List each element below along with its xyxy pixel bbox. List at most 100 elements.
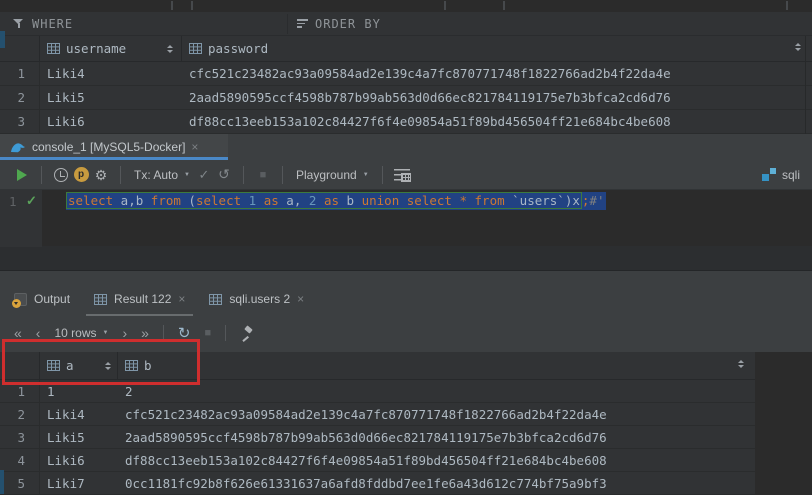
sql-token[interactable]: select <box>407 193 452 208</box>
schema-switcher-dropdown[interactable]: Playground ▼ <box>296 168 369 182</box>
sql-token[interactable]: `users`)x <box>505 193 580 208</box>
table-row[interactable]: 2Liki52aad5890595ccf4598b787b99ab563d0d6… <box>0 86 812 110</box>
sql-token[interactable]: from <box>475 193 505 208</box>
sql-token[interactable]: a, <box>279 193 309 208</box>
filter-separator <box>287 14 288 34</box>
sql-editor[interactable]: 1 ✓ select a,b from (select 1 as a, 2 as… <box>0 190 812 246</box>
page-size-dropdown[interactable]: 10 rows ▼ <box>54 326 108 340</box>
stop-icon: ■ <box>260 169 267 181</box>
row-number-cell[interactable]: 1 <box>0 62 40 85</box>
last-page-button[interactable]: » <box>141 326 149 340</box>
sql-token[interactable] <box>256 193 264 208</box>
toolbar-separator <box>120 166 121 184</box>
row-number-cell[interactable]: 4 <box>0 449 40 471</box>
output-icon <box>14 293 27 306</box>
cell-a[interactable]: 1 <box>40 384 118 399</box>
table-row[interactable]: 3Liki52aad5890595ccf4598b787b99ab563d0d6… <box>0 426 755 449</box>
next-page-button[interactable]: › <box>122 326 127 340</box>
cell-b[interactable]: 2 <box>118 384 755 399</box>
column-label: password <box>208 41 268 56</box>
tab-label: Result 122 <box>114 292 171 306</box>
close-icon[interactable]: × <box>178 293 185 305</box>
tx-mode-dropdown[interactable]: Tx: Auto ▼ <box>134 168 190 182</box>
username-cell[interactable]: Liki4 <box>40 66 182 81</box>
sql-token[interactable]: from <box>151 193 181 208</box>
cell-b[interactable]: 0cc1181fc92b8f626e61331637a6afd8fddbd7ee… <box>118 476 755 491</box>
sql-token[interactable]: as <box>264 193 279 208</box>
parameters-button[interactable]: p <box>71 164 91 186</box>
sql-token[interactable]: b <box>339 193 362 208</box>
scrollbar[interactable] <box>805 36 806 134</box>
tab-result-122[interactable]: Result 122 × <box>94 292 185 306</box>
settings-button[interactable]: ⚙ <box>91 164 111 186</box>
sql-token[interactable] <box>241 193 249 208</box>
tab-sqli-users-2[interactable]: sqli.users 2 × <box>209 292 304 306</box>
column-tick <box>503 1 505 10</box>
cell-b[interactable]: cfc521c23482ac93a09584ad2e139c4a7fc87077… <box>118 407 755 422</box>
row-number-cell[interactable]: 2 <box>0 403 40 425</box>
execute-in-console-button[interactable] <box>392 164 412 186</box>
pin-tab-button[interactable] <box>240 326 254 340</box>
order-by-icon <box>297 19 308 28</box>
row-number-cell[interactable]: 2 <box>0 86 40 109</box>
sql-token[interactable]: a,b <box>113 193 151 208</box>
password-cell[interactable]: cfc521c23482ac93a09584ad2e139c4a7fc87077… <box>182 66 812 81</box>
sql-token[interactable]: as <box>324 193 339 208</box>
table-row[interactable]: 2Liki4cfc521c23482ac93a09584ad2e139c4a7f… <box>0 403 755 426</box>
cell-a[interactable]: Liki7 <box>40 476 118 491</box>
row-number-cell[interactable]: 3 <box>0 426 40 448</box>
sql-token[interactable]: select <box>196 193 241 208</box>
cell-b[interactable]: df88cc13eeb153a102c84427f6f4e09854a51f89… <box>118 453 755 468</box>
tab-output[interactable]: Output <box>14 292 70 306</box>
sql-token[interactable]: #' <box>589 193 604 208</box>
run-button[interactable] <box>12 164 32 186</box>
table-row[interactable]: 4Liki6df88cc13eeb153a102c84427f6f4e09854… <box>0 449 755 472</box>
stop-query-button[interactable]: ■ <box>205 327 212 339</box>
column-header-b[interactable]: b <box>118 352 755 379</box>
sort-arrows-icon[interactable] <box>167 45 173 53</box>
row-number-cell[interactable]: 5 <box>0 472 40 494</box>
sql-token[interactable] <box>467 193 475 208</box>
cell-a[interactable]: Liki4 <box>40 407 118 422</box>
check-icon: ✓ <box>199 167 210 183</box>
column-icon <box>189 43 202 54</box>
sql-token[interactable] <box>399 193 407 208</box>
grid-sort-icon[interactable] <box>795 43 801 51</box>
column-header-password[interactable]: password <box>182 36 812 61</box>
commit-button[interactable]: ✓ <box>194 164 214 186</box>
previous-page-button[interactable]: ‹ <box>36 326 41 340</box>
cell-a[interactable]: Liki6 <box>40 453 118 468</box>
history-button[interactable] <box>51 164 71 186</box>
close-icon[interactable]: × <box>191 141 198 153</box>
grid-sort-icon[interactable] <box>738 360 744 368</box>
password-cell[interactable]: 2aad5890595ccf4598b787b99ab563d0d66ec821… <box>182 90 812 105</box>
table-row[interactable]: 5Liki70cc1181fc92b8f626e61331637a6afd8fd… <box>0 472 755 495</box>
sql-token[interactable]: select <box>68 193 113 208</box>
mysql-dolphin-icon <box>10 140 26 154</box>
username-cell[interactable]: Liki5 <box>40 90 182 105</box>
sql-token[interactable]: ( <box>181 193 196 208</box>
cell-b[interactable]: 2aad5890595ccf4598b787b99ab563d0d66ec821… <box>118 430 755 445</box>
column-header-username[interactable]: username <box>40 36 182 61</box>
sql-statement: select a,b from (select 1 as a, 2 as b u… <box>66 192 582 209</box>
close-icon[interactable]: × <box>297 293 304 305</box>
stop-button[interactable]: ■ <box>253 164 273 186</box>
row-number-cell[interactable]: 3 <box>0 110 40 133</box>
order-by-filter[interactable]: ORDER BY <box>297 17 381 31</box>
current-schema[interactable]: sqli <box>762 168 800 182</box>
first-page-button[interactable]: « <box>14 326 22 340</box>
username-cell[interactable]: Liki6 <box>40 114 182 129</box>
tab-console-1[interactable]: console_1 [MySQL5-Docker] × <box>0 134 228 160</box>
editor-tab-bar: console_1 [MySQL5-Docker] × <box>0 134 812 160</box>
table-row[interactable]: 1Liki4cfc521c23482ac93a09584ad2e139c4a7f… <box>0 62 812 86</box>
table-row[interactable]: 3Liki6df88cc13eeb153a102c84427f6f4e09854… <box>0 110 812 134</box>
password-cell[interactable]: df88cc13eeb153a102c84427f6f4e09854a51f89… <box>182 114 812 129</box>
cell-a[interactable]: Liki5 <box>40 430 118 445</box>
sql-code-line[interactable]: select a,b from (select 1 as a, 2 as b u… <box>66 193 606 208</box>
sql-token[interactable]: * <box>459 193 467 208</box>
editor-gutter: 1 ✓ <box>0 190 42 246</box>
sql-token[interactable] <box>316 193 324 208</box>
where-filter[interactable]: WHERE <box>13 17 73 31</box>
rollback-button[interactable]: ↺ <box>214 164 234 186</box>
sql-token[interactable]: union <box>362 193 400 208</box>
